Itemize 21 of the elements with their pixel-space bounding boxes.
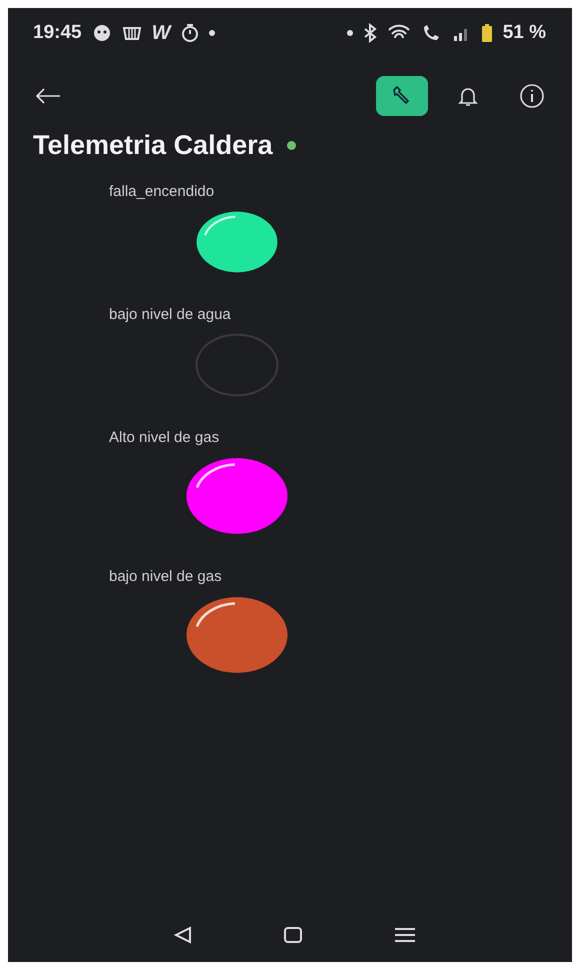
wrench-button[interactable] <box>376 76 428 116</box>
led-label: falla_encendido <box>109 183 216 200</box>
face-icon <box>92 24 112 42</box>
dot-icon <box>208 30 214 36</box>
led-label: bajo nivel de gas <box>109 568 223 585</box>
stopwatch-icon <box>180 23 198 43</box>
led-label: Alto nivel de gas <box>109 429 220 446</box>
home-nav-icon[interactable] <box>284 927 302 943</box>
bluetooth-icon <box>362 23 377 43</box>
battery-icon <box>480 23 493 43</box>
back-nav-icon[interactable] <box>174 926 192 944</box>
status-time: 19:45 <box>33 22 82 44</box>
dot-icon <box>346 30 353 36</box>
battery-percent: 51 % <box>502 22 546 44</box>
led-label: bajo nivel de agua <box>109 306 232 323</box>
app-letter: W <box>152 22 170 44</box>
basket-icon <box>122 25 142 41</box>
arrow-left-icon <box>35 88 61 104</box>
info-icon <box>519 83 545 109</box>
dashboard-title: Telemetria Caldera <box>33 130 273 161</box>
menu-icon[interactable] <box>394 927 416 943</box>
